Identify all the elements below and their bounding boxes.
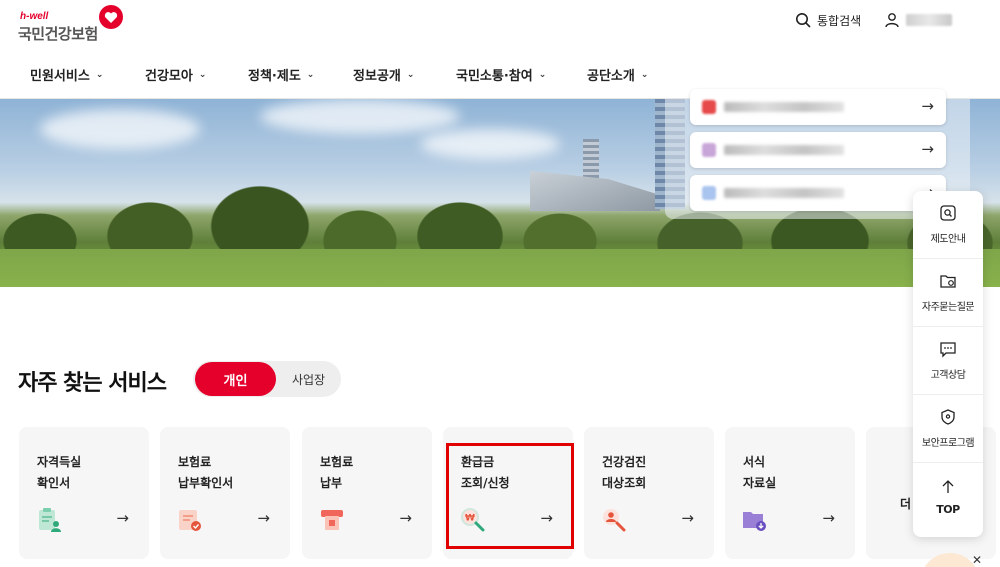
receipt-check-icon	[179, 510, 201, 531]
logo-title: 국민건강보험	[18, 25, 98, 43]
card-title-line1: 보험료	[178, 455, 212, 469]
user-menu-button[interactable]	[884, 10, 952, 30]
chevron-down-icon: ⌄	[538, 69, 547, 80]
gnb-about[interactable]: 공단소개 ⌄	[587, 65, 648, 84]
integrated-search-button[interactable]: 통합검색	[795, 10, 861, 30]
quick-link-icon	[702, 100, 716, 114]
logo[interactable]: h-well 국민건강보험	[18, 4, 128, 44]
gnb-label: 민원서비스	[30, 69, 90, 84]
card-title-line2: 자료실	[743, 476, 777, 490]
service-card-qualification[interactable]: 자격득실확인서 →	[19, 427, 149, 559]
search-label: 통합검색	[817, 13, 862, 28]
quick-link-icon	[702, 143, 716, 157]
float-item-label: 제도안내	[930, 234, 966, 245]
chevron-down-icon: ⌄	[306, 69, 315, 80]
arrow-right-icon: →	[116, 509, 129, 527]
float-item-consult[interactable]: 고객상담	[913, 327, 983, 395]
card-title-line2: 납부확인서	[178, 476, 234, 490]
arrow-right-icon: →	[257, 509, 270, 527]
chevron-down-icon: ⌄	[198, 69, 207, 80]
card-title-line2: 대상조회	[602, 476, 647, 490]
quick-link-card[interactable]: →	[690, 132, 946, 168]
section-title: 자주 찾는 서비스	[18, 371, 167, 396]
float-item-faq[interactable]: 자주묻는질문	[913, 259, 983, 327]
arrow-up-icon	[942, 479, 954, 493]
chat-bubble-icon	[940, 342, 956, 358]
gnb-label: 건강모아	[145, 69, 193, 84]
gnb-health-moa[interactable]: 건강모아 ⌄	[145, 65, 206, 84]
service-card-checkup[interactable]: 건강검진대상조회 →	[584, 427, 714, 559]
chevron-down-icon: ⌄	[95, 69, 104, 80]
gnb-communication[interactable]: 국민소통·참여 ⌄	[456, 65, 546, 84]
card-title-line2: 확인서	[37, 476, 71, 490]
float-item-label: TOP	[936, 502, 960, 516]
quick-link-label-blurred	[724, 188, 844, 198]
gnb-info-disclosure[interactable]: 정보공개 ⌄	[353, 65, 414, 84]
chevron-down-icon: ⌄	[406, 69, 415, 80]
gnb-label: 공단소개	[587, 69, 635, 84]
folder-question-icon	[940, 275, 956, 288]
card-title-line1: 보험료	[320, 455, 354, 469]
float-item-label: 자주묻는질문	[921, 302, 975, 313]
gnb-label: 정책·제도	[248, 69, 301, 84]
card-payment-icon	[321, 510, 343, 530]
service-type-toggle: 개인 사업장	[193, 361, 341, 397]
quick-link-label-blurred	[724, 145, 844, 155]
clipboard-person-icon	[39, 508, 61, 532]
cloud	[260, 99, 460, 134]
float-item-label: 보안프로그램	[921, 438, 975, 449]
folder-download-icon	[743, 512, 766, 531]
card-partial-text: 더	[900, 497, 912, 511]
arrow-right-icon: →	[681, 509, 694, 527]
site-header: h-well 국민건강보험 통합검색	[0, 0, 1000, 50]
chevron-down-icon: ⌄	[640, 69, 649, 80]
float-item-security[interactable]: 보안프로그램	[913, 395, 983, 463]
card-title-line1: 서식	[743, 455, 766, 469]
quick-link-label-blurred	[724, 102, 844, 112]
card-title-line2: 납부	[320, 476, 343, 490]
card-title-line1: 건강검진	[602, 455, 647, 469]
arrow-right-icon: →	[399, 509, 412, 527]
service-card-payment-certificate[interactable]: 보험료납부확인서 →	[160, 427, 290, 559]
float-item-top[interactable]: TOP	[913, 463, 983, 531]
person-search-icon	[603, 509, 626, 532]
tab-personal[interactable]: 개인	[195, 362, 276, 396]
shield-lock-icon	[941, 409, 955, 425]
gnb-civil-service[interactable]: 민원서비스 ⌄	[30, 65, 103, 84]
tab-business[interactable]: 사업장	[276, 362, 341, 396]
arrow-right-icon: →	[921, 97, 934, 115]
float-item-system-guide[interactable]: 제도안내	[913, 191, 983, 259]
gnb-policy[interactable]: 정책·제도 ⌄	[248, 65, 314, 84]
logo-subtitle: h-well	[20, 11, 49, 22]
gnb-label: 국민소통·참여	[456, 69, 533, 84]
cloud	[40, 109, 200, 149]
grass-image	[0, 249, 1000, 287]
arrow-right-icon: →	[921, 140, 934, 158]
gnb-label: 정보공개	[353, 69, 401, 84]
card-title-line1: 자격득실	[37, 455, 82, 469]
close-icon[interactable]: ✕	[972, 553, 982, 567]
quick-link-icon	[702, 186, 716, 200]
floating-quick-menu: 제도안내 자주묻는질문 고객상담 보안프로그램 TOP	[913, 191, 983, 537]
service-card-premium-payment[interactable]: 보험료납부 →	[302, 427, 432, 559]
quick-link-card[interactable]: →	[690, 89, 946, 125]
highlight-box	[446, 443, 574, 549]
user-name-blurred	[906, 14, 952, 26]
document-search-icon	[940, 205, 956, 221]
service-card-forms[interactable]: 서식자료실 →	[725, 427, 855, 559]
search-icon	[796, 13, 811, 28]
quick-link-card[interactable]: →	[690, 175, 946, 211]
user-icon	[885, 13, 899, 28]
arrow-right-icon: →	[822, 509, 835, 527]
float-item-label: 고객상담	[930, 370, 966, 381]
cloud	[420, 129, 560, 159]
heart-logo-icon	[99, 5, 123, 29]
